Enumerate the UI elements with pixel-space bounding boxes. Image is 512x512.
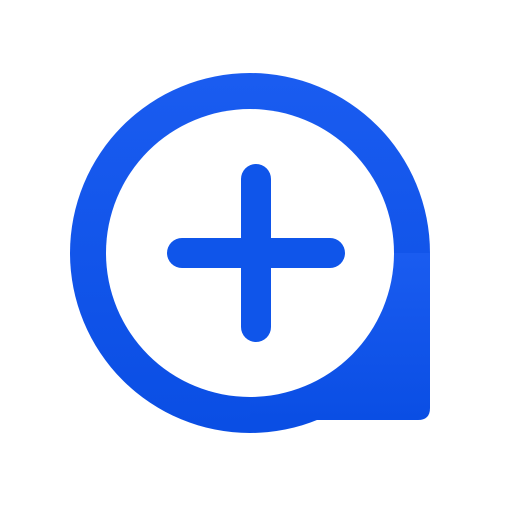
canvas xyxy=(0,0,512,512)
add-chat-bubble-icon xyxy=(0,0,512,512)
